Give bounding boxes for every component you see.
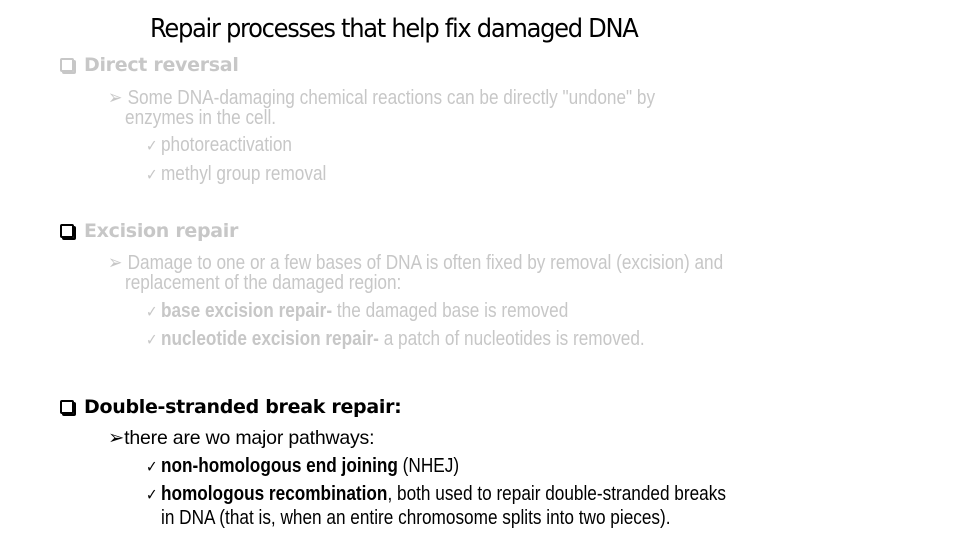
- section-heading-label: Double-stranded break repair:: [84, 396, 402, 418]
- section-heading-direct-reversal: Direct reversal: [60, 54, 239, 76]
- bullet-direct-reversal-cont: enzymes in the cell.: [125, 107, 277, 129]
- bullet-text: Damage to one or a few bases of DNA is o…: [127, 252, 724, 274]
- section-heading-excision-repair: Excision repair: [60, 220, 238, 242]
- square-bullet-icon: [60, 224, 74, 238]
- list-item-nhej: ✓ non-homologous end joining (NHEJ): [146, 455, 459, 478]
- checkmark-icon: ✓: [146, 138, 158, 155]
- bullet-excision-repair-cont: replacement of the damaged region:: [125, 272, 402, 294]
- list-item-bold: nucleotide excision repair-: [160, 328, 379, 350]
- arrow-bullet-icon: ➢: [108, 427, 125, 449]
- checkmark-icon: ✓: [146, 459, 158, 476]
- list-item-homologous-recombination: ✓ homologous recombination, both used to …: [146, 483, 726, 506]
- list-item-text: a patch of nucleotides is removed.: [378, 328, 645, 350]
- list-item-text: photoreactivation: [160, 134, 292, 156]
- list-item-nucleotide-excision-repair: ✓ nucleotide excision repair- a patch of …: [146, 328, 645, 351]
- slide-title: Repair processes that help fix damaged D…: [150, 14, 639, 44]
- square-bullet-icon: [60, 400, 74, 414]
- section-heading-label: Excision repair: [84, 220, 239, 242]
- section-heading-double-stranded-break-repair: Double-stranded break repair:: [60, 396, 402, 418]
- list-item-photoreactivation: ✓ photoreactivation: [146, 134, 292, 157]
- section-heading-label: Direct reversal: [84, 54, 239, 76]
- list-item-text: , both used to repair double-stranded br…: [387, 483, 726, 505]
- list-item-bold: non-homologous end joining: [160, 455, 398, 477]
- list-item-homologous-recombination-cont: in DNA (that is, when an entire chromoso…: [161, 507, 671, 529]
- list-item-text: (NHEJ): [397, 455, 460, 477]
- checkmark-icon: ✓: [146, 332, 158, 349]
- arrow-bullet-icon: ➢: [108, 87, 123, 109]
- checkmark-icon: ✓: [146, 304, 158, 321]
- bullet-double-stranded: ➢there are wo major pathways:: [108, 426, 375, 450]
- bullet-text: Some DNA-damaging chemical reactions can…: [127, 87, 656, 109]
- checkmark-icon: ✓: [146, 167, 158, 184]
- square-bullet-icon: [60, 58, 74, 72]
- list-item-text: the damaged base is removed: [332, 300, 569, 322]
- list-item-base-excision-repair: ✓ base excision repair- the damaged base …: [146, 300, 568, 323]
- list-item-methyl-group-removal: ✓ methyl group removal: [146, 163, 326, 186]
- arrow-bullet-icon: ➢: [108, 252, 123, 274]
- list-item-bold: base excision repair-: [160, 300, 333, 322]
- list-item-text: methyl group removal: [160, 163, 327, 185]
- bullet-text: there are wo major pathways:: [124, 427, 375, 449]
- list-item-bold: homologous recombination: [160, 483, 388, 505]
- checkmark-icon: ✓: [146, 487, 158, 504]
